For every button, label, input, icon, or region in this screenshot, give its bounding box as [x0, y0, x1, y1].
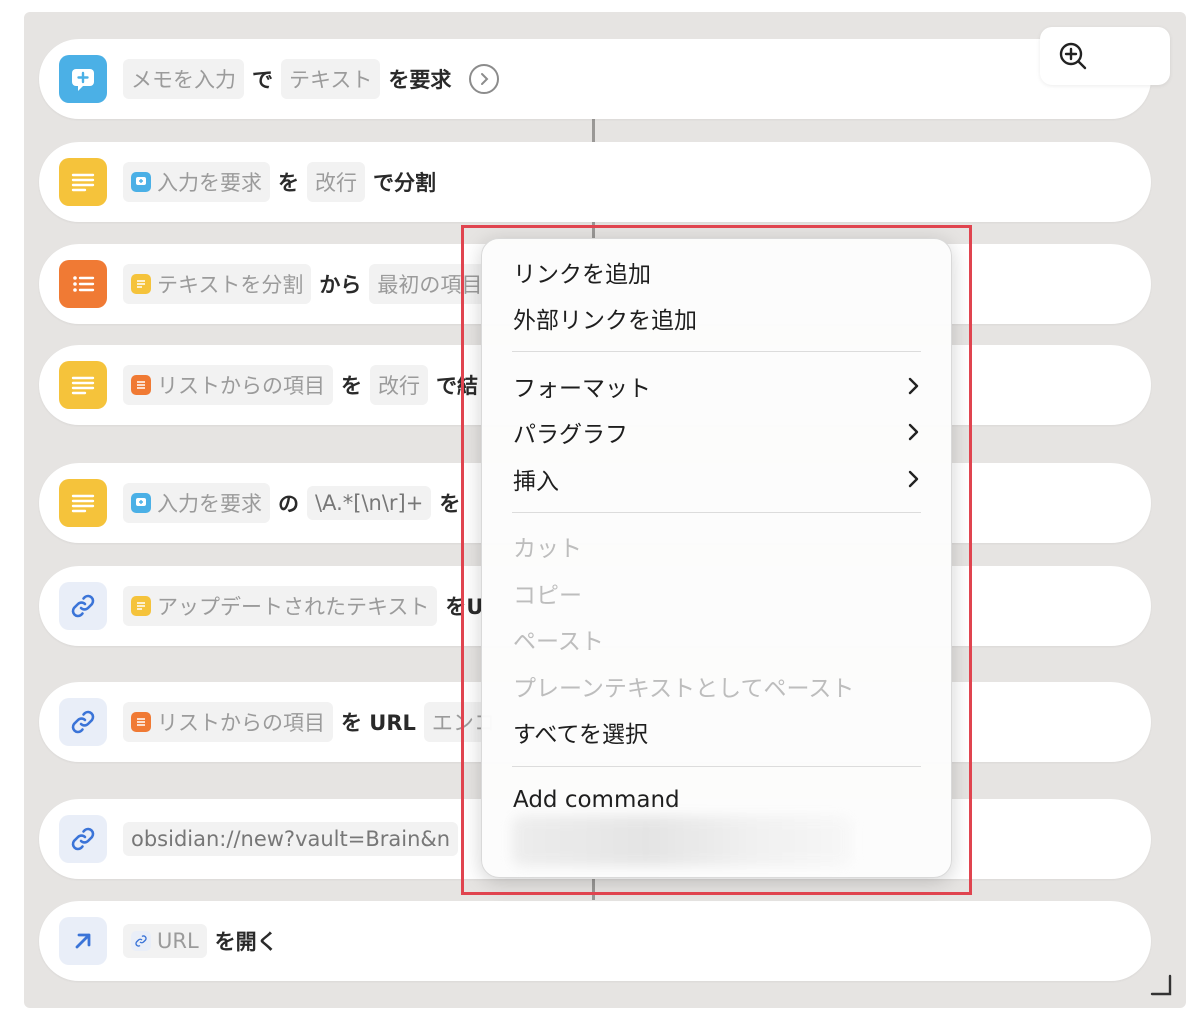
action-text: で分割	[373, 171, 436, 195]
list-mini-icon	[131, 712, 151, 732]
variable-token[interactable]: テキストを分割	[123, 264, 312, 304]
menu-item-copy: コピー	[513, 583, 582, 609]
variable-label: URL	[157, 929, 199, 953]
menu-separator	[512, 766, 921, 767]
action-open-url[interactable]: URL を開く	[39, 901, 1151, 981]
regex-token[interactable]: \A.*[\n\r]+	[307, 486, 432, 520]
variable-token[interactable]: 入力を要求	[123, 483, 270, 523]
flow-connector	[592, 220, 595, 240]
separator-token[interactable]: 改行	[307, 162, 365, 202]
link-icon	[59, 698, 107, 746]
menu-item-add-external-link[interactable]: 外部リンクを追加	[513, 298, 921, 338]
variable-token[interactable]: アップデートされたテキスト	[123, 586, 438, 626]
menu-item-paste: ペースト	[513, 629, 604, 655]
variable-token[interactable]: URL	[123, 924, 207, 958]
action-text: で結	[436, 374, 478, 398]
action-text: を開く	[214, 930, 278, 954]
variable-token[interactable]: 入力を要求	[123, 162, 270, 202]
variable-token[interactable]: リストからの項目	[123, 702, 333, 742]
action-text: を	[439, 492, 461, 516]
ask-input-mini-icon	[131, 493, 151, 513]
text-icon	[59, 479, 107, 527]
ask-input-mini-icon	[131, 172, 151, 192]
link-icon	[59, 582, 107, 630]
flow-connector	[592, 118, 595, 142]
text-icon	[59, 158, 107, 206]
action-text: を要求	[388, 68, 452, 92]
variable-label: 入力を要求	[157, 492, 262, 516]
resize-corner-icon[interactable]	[1150, 974, 1174, 998]
variable-label: リストからの項目	[157, 374, 325, 398]
menu-separator	[512, 351, 921, 352]
menu-item-cut: カット	[513, 536, 582, 562]
prompt-token[interactable]: メモを入力	[123, 59, 244, 99]
text-mini-icon	[131, 596, 151, 616]
flow-connector	[592, 878, 595, 900]
zoom-in-icon	[1059, 42, 1087, 70]
link-mini-icon	[131, 931, 151, 951]
chevron-right-icon	[908, 423, 919, 441]
variable-label: リストからの項目	[157, 711, 325, 735]
menu-item-insert[interactable]: 挿入	[513, 459, 921, 499]
chevron-right-icon	[908, 470, 919, 488]
context-menu: リンクを追加 外部リンクを追加 フォーマット パラグラフ 挿入 カット コピー …	[481, 238, 952, 878]
action-text: をU	[445, 595, 484, 619]
item-token[interactable]: 最初の項目	[369, 264, 491, 304]
separator-token[interactable]: 改行	[370, 365, 428, 405]
input-type-token[interactable]: テキスト	[281, 59, 381, 99]
action-text: を URL	[341, 711, 416, 735]
zoom-button[interactable]	[1040, 27, 1170, 85]
text-icon	[59, 361, 107, 409]
variable-label: アップデートされたテキスト	[157, 595, 430, 619]
action-ask-for-input[interactable]: メモを入力 で テキスト を要求	[39, 39, 1151, 119]
menu-item-format[interactable]: フォーマット	[513, 366, 921, 406]
variable-label: テキストを分割	[157, 273, 304, 297]
menu-item-add-link[interactable]: リンクを追加	[513, 252, 921, 292]
open-arrow-icon	[59, 917, 107, 965]
action-text: から	[319, 273, 362, 297]
expand-chevron-icon[interactable]	[469, 64, 500, 94]
link-icon	[59, 815, 107, 863]
menu-item-add-command[interactable]: Add command	[513, 780, 921, 820]
action-text: の	[278, 492, 299, 516]
menu-item-select-all[interactable]: すべてを選択	[513, 712, 921, 752]
blurred-content	[512, 816, 852, 866]
variable-token[interactable]: リストからの項目	[123, 365, 333, 405]
menu-item-paste-plain: プレーンテキストとしてペースト	[513, 676, 855, 702]
action-text: を	[278, 171, 299, 195]
ask-input-icon	[59, 55, 107, 103]
action-split-text[interactable]: 入力を要求 を 改行 で分割	[39, 142, 1151, 222]
chevron-right-icon	[908, 377, 919, 395]
text-mini-icon	[131, 274, 151, 294]
menu-item-paragraph[interactable]: パラグラフ	[513, 412, 921, 452]
variable-label: 入力を要求	[157, 171, 262, 195]
menu-separator	[512, 512, 921, 513]
list-mini-icon	[131, 375, 151, 395]
list-icon	[59, 260, 107, 308]
action-text: を	[341, 374, 362, 398]
action-text: で	[252, 68, 273, 92]
url-field[interactable]: obsidian://new?vault=Brain&n	[123, 822, 459, 856]
